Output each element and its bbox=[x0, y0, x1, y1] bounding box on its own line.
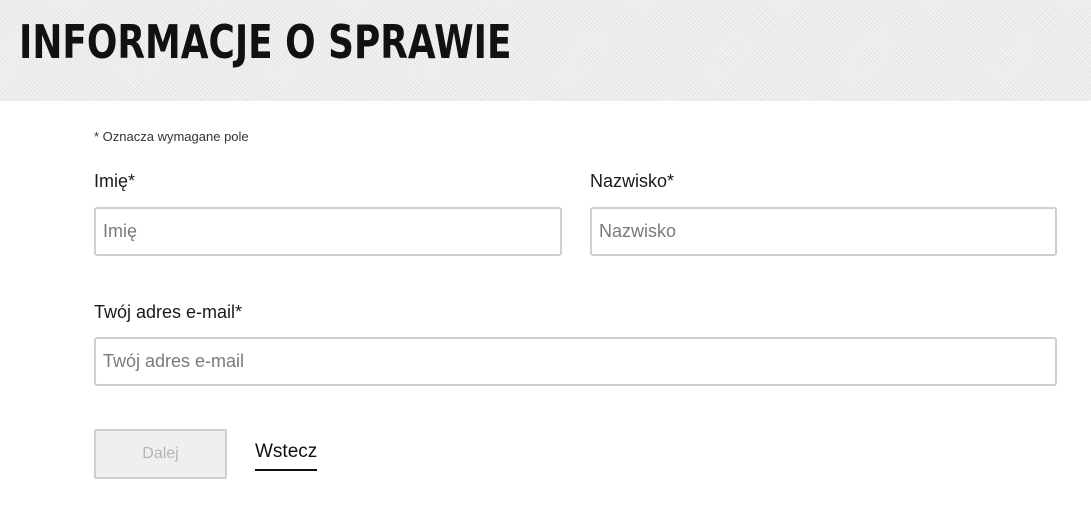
first-name-label: Imię* bbox=[94, 171, 136, 191]
header-band: INFORMACJE O SPRAWIE bbox=[0, 0, 1091, 101]
last-name-input[interactable] bbox=[590, 207, 1057, 256]
email-input[interactable] bbox=[94, 337, 1057, 386]
back-link[interactable]: Wstecz bbox=[255, 441, 318, 471]
last-name-label: Nazwisko* bbox=[590, 171, 675, 191]
email-label: Twój adres e-mail* bbox=[94, 302, 243, 322]
required-field-note: * Oznacza wymagane pole bbox=[94, 129, 249, 144]
page-title: INFORMACJE O SPRAWIE bbox=[19, 15, 512, 69]
first-name-input[interactable] bbox=[94, 207, 562, 256]
next-button[interactable]: Dalej bbox=[94, 429, 227, 479]
